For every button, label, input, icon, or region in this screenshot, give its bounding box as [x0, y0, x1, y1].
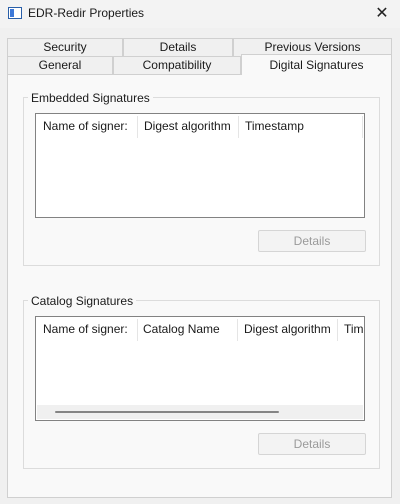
- properties-window-icon: [8, 7, 22, 19]
- column-header-name-of-signer[interactable]: Name of signer:: [36, 114, 137, 138]
- column-header-digest-algorithm[interactable]: Digest algorithm: [137, 114, 238, 138]
- catalog-signatures-list[interactable]: Name of signer: Catalog Name Digest algo…: [35, 316, 365, 421]
- column-header-name-of-signer[interactable]: Name of signer:: [36, 317, 137, 341]
- tab-security[interactable]: Security: [7, 38, 123, 56]
- tab-general[interactable]: General: [7, 56, 113, 74]
- window-title: EDR-Redir Properties: [28, 6, 145, 20]
- scrollbar-thumb[interactable]: [55, 411, 279, 413]
- title-bar: EDR-Redir Properties ✕: [0, 0, 400, 28]
- catalog-details-button[interactable]: Details: [258, 433, 366, 455]
- catalog-signatures-label: Catalog Signatures: [28, 294, 137, 308]
- column-header-catalog-name[interactable]: Catalog Name: [136, 317, 237, 341]
- tab-details[interactable]: Details: [123, 38, 233, 56]
- embedded-signatures-list[interactable]: Name of signer: Digest algorithm Timesta…: [35, 113, 365, 218]
- column-header-digest-algorithm[interactable]: Digest algorithm: [237, 317, 337, 341]
- embedded-details-button[interactable]: Details: [258, 230, 366, 252]
- column-divider[interactable]: [362, 116, 363, 138]
- column-header-timestamp[interactable]: Timestamp: [238, 114, 362, 138]
- horizontal-scrollbar[interactable]: [37, 405, 363, 419]
- tab-compatibility[interactable]: Compatibility: [113, 56, 241, 74]
- tab-digital-signatures[interactable]: Digital Signatures: [241, 54, 392, 75]
- embedded-signatures-label: Embedded Signatures: [28, 91, 153, 105]
- close-button[interactable]: ✕: [364, 0, 400, 28]
- column-header-timestamp[interactable]: Timestamp: [337, 317, 364, 341]
